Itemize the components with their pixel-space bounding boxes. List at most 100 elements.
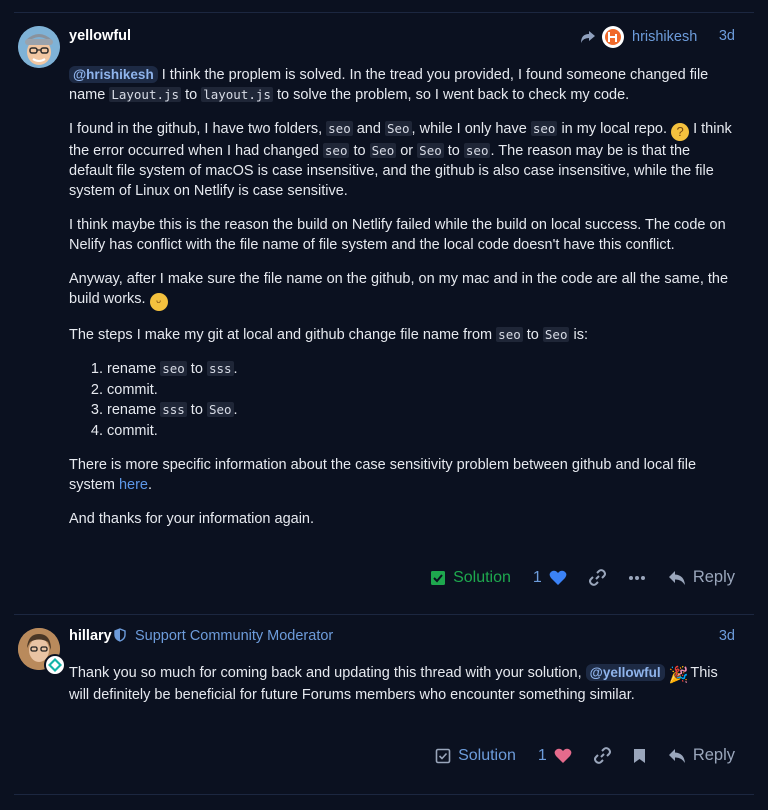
inline-code: Seo (369, 143, 397, 158)
paragraph: Thank you so much for coming back and up… (69, 663, 734, 705)
text: There is more specific information about… (69, 457, 697, 493)
inline-code: sss (206, 361, 234, 376)
user-title: Support Community Moderator (135, 628, 334, 644)
checkbox-checked-icon (431, 570, 446, 585)
paragraph: Anyway, after I make sure the file name … (69, 269, 734, 311)
bottom-divider (14, 794, 754, 795)
reply-to-avatar (602, 26, 624, 48)
inline-code: seo (496, 327, 523, 342)
text: Anyway, after I make sure the file name … (69, 271, 729, 307)
inline-code: seo (160, 361, 187, 376)
post-divider (14, 614, 754, 615)
text: . (233, 402, 238, 418)
user-logo-icon (605, 29, 621, 45)
text: . (147, 477, 153, 493)
inline-code: seo (463, 143, 491, 158)
bookmark-button[interactable] (633, 748, 646, 764)
here-link[interactable]: here (119, 477, 148, 493)
steps-list: rename seo to sss. commit. rename sss to… (69, 359, 734, 441)
moderator-badge (44, 654, 66, 676)
text: to (522, 327, 543, 343)
reply-label: Reply (692, 746, 735, 764)
solution-button[interactable]: Solution (435, 747, 516, 765)
post-actions: Solution 1 Reply (408, 568, 735, 587)
reply-label: Reply (692, 568, 735, 586)
text: to (443, 143, 464, 159)
top-divider (14, 12, 754, 13)
shield-icon (114, 628, 126, 642)
like-count: 1 (532, 568, 542, 586)
memoji-avatar-icon (18, 26, 60, 68)
inline-code: Seo (206, 402, 234, 417)
solution-label: Solution (458, 746, 516, 764)
reply-to-name: hrishikesh (632, 29, 698, 45)
username[interactable]: hillary (69, 628, 112, 644)
post-date[interactable]: 3d (719, 28, 735, 44)
text: , while I only have (411, 121, 531, 137)
post-body: Thank you so much for coming back and up… (69, 663, 734, 719)
post-actions: Solution 1 Reply (413, 746, 735, 765)
text: to (181, 87, 202, 103)
list-item: rename seo to sss. (107, 359, 734, 380)
text: I found in the github, I have two folder… (69, 121, 327, 137)
like-count: 1 (537, 746, 547, 764)
reply-icon (668, 748, 685, 763)
mention[interactable]: @hrishikesh (69, 66, 158, 83)
thinking-face-emoji-icon: ? (671, 123, 690, 141)
post-date[interactable]: 3d (719, 628, 735, 644)
paragraph: And thanks for your information again. (69, 511, 315, 527)
inline-code: sss (160, 402, 187, 417)
paragraph: I found in the github, I have two folder… (69, 119, 734, 201)
party-popper-emoji-icon: 🎉 (668, 667, 689, 684)
ellipsis-icon (628, 575, 645, 580)
text: Thank you so much for coming back and up… (69, 665, 586, 681)
post-yellowful: yellowful hrishikesh 3d @hrishikesh I th… (0, 16, 768, 614)
inline-code: Layout.js (109, 87, 182, 102)
heart-icon (554, 748, 572, 763)
reply-arrow-icon (581, 31, 595, 43)
copy-link-button[interactable] (588, 569, 606, 586)
reply-button[interactable]: Reply (668, 568, 735, 587)
bookmark-icon (633, 748, 645, 763)
mention[interactable]: @yellowful (585, 664, 665, 681)
grinning-face-emoji-icon: ᵕ (149, 293, 168, 311)
paragraph: I think maybe this is the reason the bui… (69, 217, 726, 253)
avatar[interactable] (18, 26, 60, 68)
inline-code: Seo (384, 121, 412, 136)
link-icon (593, 747, 611, 764)
link-icon (588, 569, 606, 586)
text: and (352, 121, 385, 137)
post-hillary: hillary Support Community Moderator 3d T… (0, 616, 768, 794)
inline-code: seo (326, 121, 353, 136)
text: to (349, 143, 370, 159)
text: to (186, 361, 207, 377)
text: is: (569, 327, 589, 343)
text: to (186, 402, 207, 418)
inline-code: seo (530, 121, 558, 136)
copy-link-button[interactable] (593, 747, 611, 764)
text: The steps I make my git at local and git… (69, 327, 497, 343)
text: rename (107, 361, 161, 377)
text: rename (107, 402, 161, 418)
list-item: rename sss to Seo. (107, 400, 734, 421)
inline-code: seo (322, 143, 350, 158)
text: to solve the problem, so I went back to … (272, 87, 630, 103)
inline-code: Seo (417, 143, 444, 158)
like-button[interactable]: 1 (538, 747, 572, 765)
inline-code: Seo (542, 327, 570, 342)
list-item: commit. (107, 380, 734, 401)
username[interactable]: yellowful (69, 28, 131, 44)
moderator-diamond-icon (48, 658, 62, 672)
paragraph: The steps I make my git at local and git… (69, 325, 734, 345)
more-options-button[interactable] (628, 575, 646, 581)
solution-button[interactable]: Solution (430, 569, 511, 587)
list-item: commit. (107, 421, 734, 442)
reply-button[interactable]: Reply (668, 746, 735, 765)
avatar[interactable] (18, 628, 66, 676)
reply-to-indicator[interactable]: hrishikesh (580, 26, 697, 48)
inline-code: layout.js (201, 87, 273, 102)
checkbox-icon (435, 748, 451, 763)
like-button[interactable]: 1 (533, 569, 567, 587)
heart-icon (549, 570, 567, 585)
solution-label: Solution (453, 568, 511, 586)
